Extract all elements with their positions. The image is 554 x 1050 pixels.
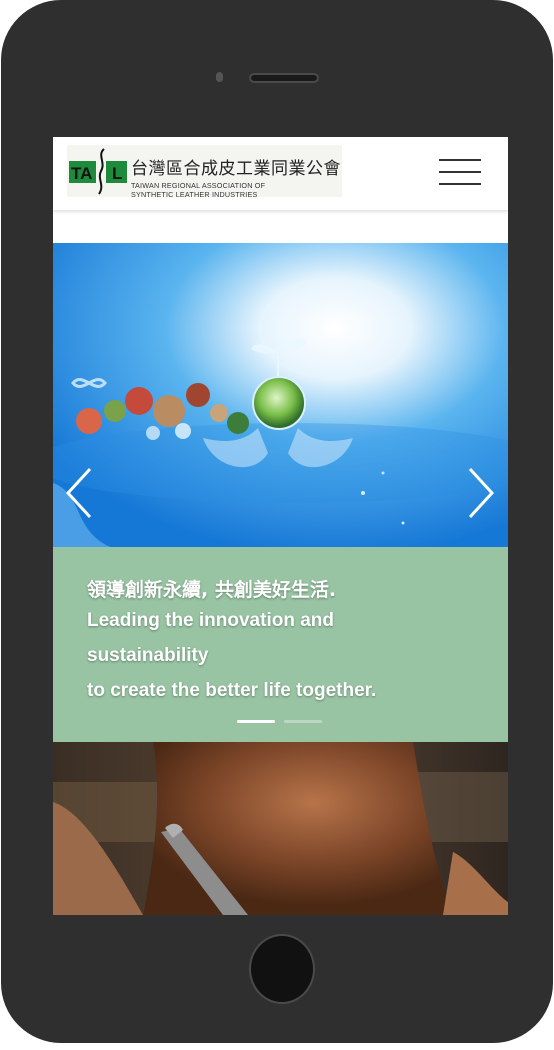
caption-slogan-english-line2: sustainability <box>87 645 209 666</box>
caption-slogan-chinese: 領導創新永續, 共創美好生活. <box>87 579 337 601</box>
hamburger-line <box>439 171 481 173</box>
svg-text:L: L <box>112 164 122 183</box>
leather-craftsman-image <box>53 742 508 915</box>
hamburger-menu-icon <box>439 159 481 161</box>
site-header: TA L 台灣區合成皮工業同業公會 TAIWAN REGIONAL ASSOCI… <box>53 137 508 210</box>
tail-logo-icon: TA L <box>69 148 127 195</box>
menu-button[interactable] <box>439 159 481 185</box>
phone-screen: TA L 台灣區合成皮工業同業公會 TAIWAN REGIONAL ASSOCI… <box>53 137 508 915</box>
hero-caption-panel: 領導創新永續, 共創美好生活. Leading the innovation a… <box>53 547 508 742</box>
next-slide-button[interactable] <box>466 467 496 519</box>
logo-title-chinese: 台灣區合成皮工業同業公會 <box>131 159 341 179</box>
previous-slide-button[interactable] <box>64 467 94 519</box>
hero-slide-image <box>53 243 508 548</box>
svg-text:TA: TA <box>71 164 92 183</box>
logo-title-english-line2: SYNTHETIC LEATHER INDUSTRIES <box>131 190 258 199</box>
phone-frame: TA L 台灣區合成皮工業同業公會 TAIWAN REGIONAL ASSOCI… <box>1 0 553 1043</box>
logo-title-english-line1: TAIWAN REGIONAL ASSOCIATION OF <box>131 181 266 190</box>
hamburger-line <box>439 183 481 185</box>
earpiece-speaker <box>249 73 319 83</box>
caption-slogan-english-line1: Leading the innovation and <box>87 610 334 631</box>
slide-indicator[interactable] <box>284 720 322 723</box>
site-logo[interactable]: TA L 台灣區合成皮工業同業公會 TAIWAN REGIONAL ASSOCI… <box>67 145 342 199</box>
home-button[interactable] <box>249 934 315 1004</box>
slide-indicator-active[interactable] <box>237 720 275 723</box>
front-camera <box>216 72 223 82</box>
caption-slogan-english-line3: to create the better life together. <box>87 680 377 701</box>
